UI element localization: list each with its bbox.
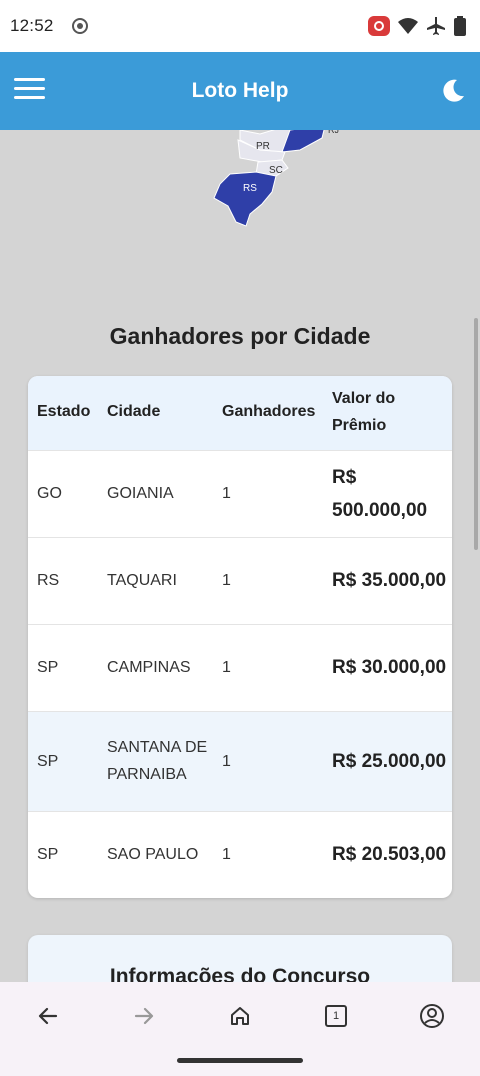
brazil-map: PR SC RS RJ <box>213 130 339 227</box>
hamburger-menu-icon[interactable] <box>14 78 46 102</box>
winners-table: Estado Cidade Ganhadores Valor do Prêmio… <box>28 376 452 898</box>
cell-ganhadores: 1 <box>213 536 323 624</box>
cell-ganhadores: 1 <box>213 623 323 711</box>
table-header-row: Estado Cidade Ganhadores Valor do Prêmio <box>28 376 452 450</box>
map-label-rj: RJ <box>328 130 339 135</box>
cell-estado: GO <box>28 449 98 537</box>
cell-valor: R$ 30.000,00 <box>323 623 452 711</box>
cell-valor: R$ 20.503,00 <box>323 810 452 898</box>
cell-cidade: SAO PAULO <box>98 810 213 898</box>
cell-ganhadores: 1 <box>213 449 323 537</box>
winners-table-card: Estado Cidade Ganhadores Valor do Prêmio… <box>28 376 452 898</box>
status-icons <box>368 16 466 36</box>
cell-valor: R$ 25.000,00 <box>323 710 452 811</box>
cell-estado: SP <box>28 710 98 811</box>
airplane-icon <box>427 17 445 35</box>
screen-record-icon <box>368 16 390 36</box>
cell-estado: SP <box>28 810 98 898</box>
status-bar: 12:52 <box>0 0 480 52</box>
cell-valor: R$ 35.000,00 <box>323 536 452 624</box>
back-arrow-icon[interactable] <box>32 1000 64 1032</box>
account-icon[interactable] <box>416 1000 448 1032</box>
map-label-pr: PR <box>256 141 270 152</box>
forward-arrow-icon[interactable] <box>128 1000 160 1032</box>
cell-cidade: TAQUARI <box>98 536 213 624</box>
table-row: RS TAQUARI 1 R$ 35.000,00 <box>28 536 452 624</box>
wifi-icon <box>398 18 418 34</box>
home-icon[interactable] <box>224 1000 256 1032</box>
cell-ganhadores: 1 <box>213 810 323 898</box>
table-row: SP SANTANA DE PARNAIBA 1 R$ 25.000,00 <box>28 710 452 811</box>
column-header-ganhadores: Ganhadores <box>213 376 323 450</box>
map-label-rs: RS <box>243 183 257 194</box>
app-bar: Loto Help <box>0 52 480 130</box>
status-time: 12:52 <box>10 16 54 35</box>
table-row: GO GOIANIA 1 R$ 500.000,00 <box>28 449 452 537</box>
battery-icon <box>454 16 466 36</box>
home-indicator[interactable] <box>177 1058 303 1063</box>
cell-valor: R$ 500.000,00 <box>323 449 452 537</box>
cell-cidade: SANTANA DE PARNAIBA <box>98 710 213 811</box>
map-label-sc: SC <box>269 165 283 176</box>
column-header-estado: Estado <box>28 376 98 450</box>
cell-estado: SP <box>28 623 98 711</box>
browser-bottom-nav: 1 <box>0 982 480 1076</box>
table-row: SP CAMPINAS 1 R$ 30.000,00 <box>28 623 452 711</box>
table-row: SP SAO PAULO 1 R$ 20.503,00 <box>28 810 452 898</box>
cell-estado: RS <box>28 536 98 624</box>
column-header-valor: Valor do Prêmio <box>323 376 452 450</box>
column-header-cidade: Cidade <box>98 376 213 450</box>
app-title: Loto Help <box>191 79 289 102</box>
winners-section-title: Ganhadores por Cidade <box>109 323 371 349</box>
cell-ganhadores: 1 <box>213 710 323 811</box>
contest-info-title: Informações do Concurso <box>109 965 371 982</box>
contest-info-card: Informações do Concurso <box>28 935 452 982</box>
main-content[interactable]: PR SC RS RJ Ganhadores por Cidade Estado… <box>0 130 480 982</box>
tab-count: 1 <box>325 1005 347 1027</box>
tabs-icon[interactable]: 1 <box>320 1000 352 1032</box>
scrollbar[interactable] <box>474 318 478 550</box>
cell-cidade: CAMPINAS <box>98 623 213 711</box>
cell-cidade: GOIANIA <box>98 449 213 537</box>
moon-icon[interactable] <box>440 78 466 104</box>
settings-dot-icon <box>71 18 88 34</box>
